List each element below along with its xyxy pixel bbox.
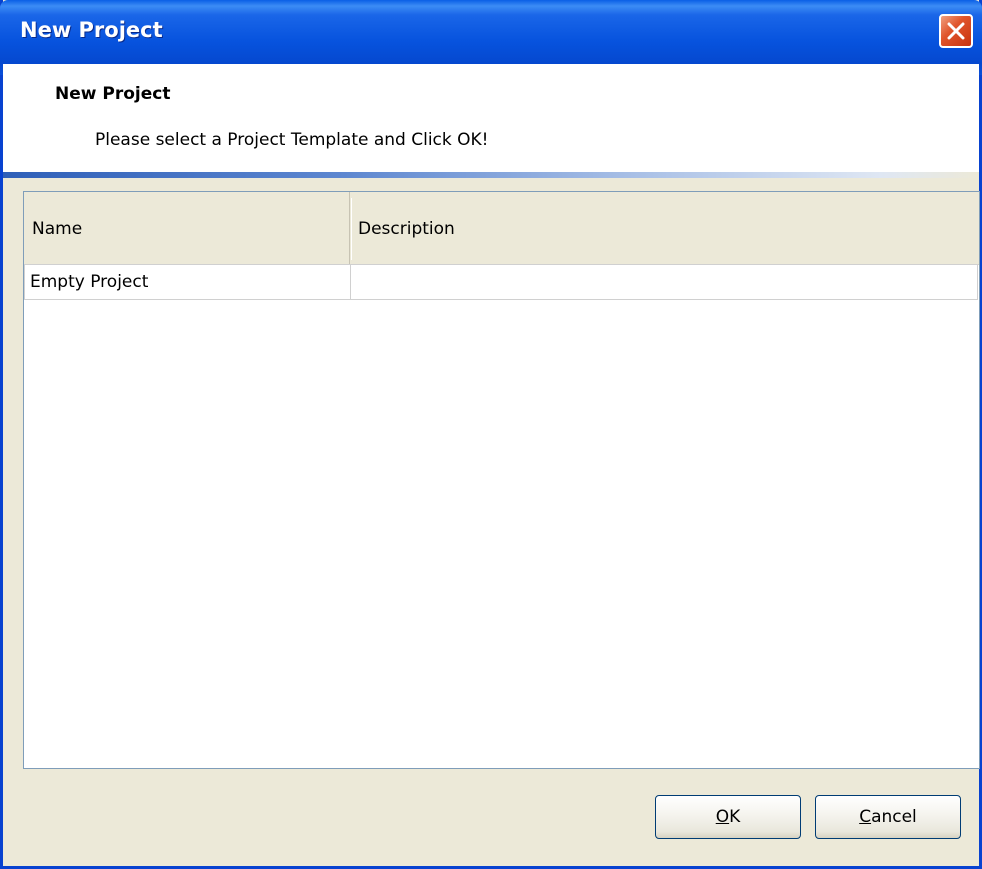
- ok-button-label: K: [729, 807, 741, 827]
- header-title: New Project: [55, 84, 171, 104]
- cancel-button[interactable]: Cancel: [815, 795, 961, 839]
- new-project-dialog: New Project New Project Please select a …: [0, 0, 982, 869]
- window-title: New Project: [20, 18, 163, 42]
- column-header-name[interactable]: Name: [24, 192, 350, 264]
- table-row[interactable]: Empty Project: [24, 264, 979, 300]
- header-divider: [3, 172, 979, 178]
- close-button[interactable]: [939, 14, 973, 48]
- dialog-header: [3, 64, 979, 175]
- ok-button-accelerator: O: [715, 807, 730, 827]
- ok-button[interactable]: OK: [655, 795, 801, 839]
- column-header-description[interactable]: Description: [350, 192, 979, 264]
- cell-template-name[interactable]: Empty Project: [24, 264, 351, 300]
- header-subtitle: Please select a Project Template and Cli…: [95, 130, 489, 150]
- cancel-button-accelerator: C: [859, 807, 872, 827]
- template-list[interactable]: Name Description Empty Project: [23, 191, 980, 769]
- close-icon: [947, 22, 965, 40]
- cell-template-description[interactable]: [350, 264, 978, 300]
- cancel-button-label: ancel: [871, 807, 917, 827]
- list-header: Name Description: [24, 192, 979, 265]
